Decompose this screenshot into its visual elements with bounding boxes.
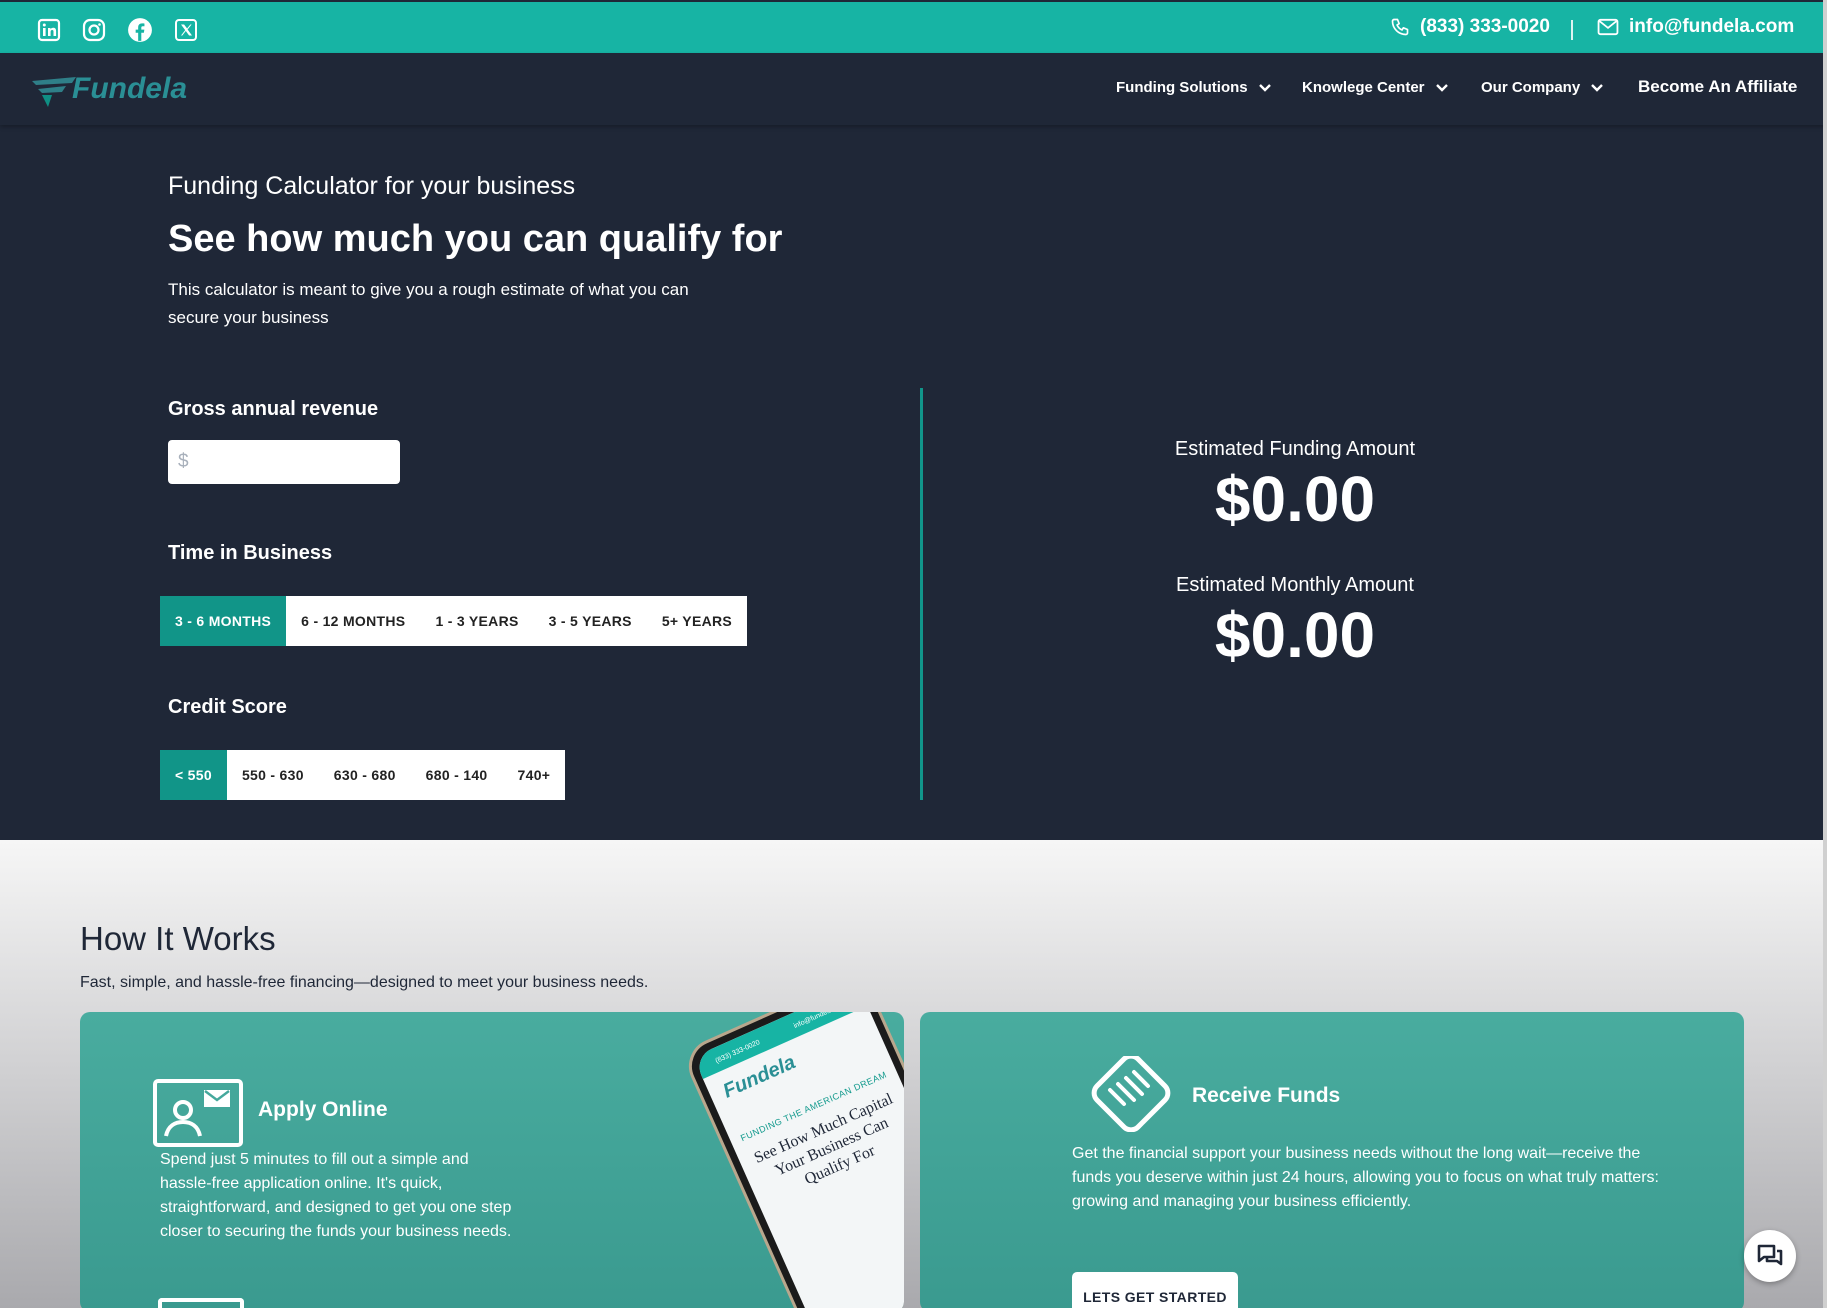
estimated-funding-value: $0.00 bbox=[1214, 463, 1376, 535]
instagram-icon[interactable] bbox=[81, 17, 107, 43]
credit-score-label: Credit Score bbox=[168, 696, 287, 718]
revenue-label: Gross annual revenue bbox=[168, 398, 379, 420]
email-address: info@fundela.com bbox=[1629, 16, 1795, 37]
linkedin-icon[interactable] bbox=[36, 17, 62, 43]
time-option-5plus-years[interactable]: 5+ YEARS bbox=[647, 596, 747, 646]
credit-option-740plus[interactable]: 740+ bbox=[503, 750, 566, 800]
nav-knowledge-center[interactable]: Knowlege Center bbox=[1302, 79, 1449, 96]
nav-label: Funding Solutions bbox=[1116, 79, 1248, 96]
credit-option-680-140[interactable]: 680 - 140 bbox=[411, 750, 503, 800]
facebook-icon[interactable] bbox=[127, 17, 153, 43]
phone-link[interactable]: (833) 333-0020 bbox=[1390, 16, 1550, 38]
receive-funds-card: Receive Funds Get the financial support … bbox=[920, 1012, 1744, 1308]
page-scrollbar[interactable] bbox=[1823, 0, 1827, 1308]
receive-funds-text: Get the financial support your business … bbox=[1072, 1145, 1659, 1210]
phone-mockup: (833) 333-0020 info@fundela.com Fundela … bbox=[680, 1012, 904, 1308]
nav-become-affiliate[interactable]: Become An Affiliate bbox=[1638, 77, 1797, 97]
contact-bar: (833) 333-0020 info@fundela.com bbox=[0, 2, 1827, 53]
how-it-works-description: Fast, simple, and hassle-free financing—… bbox=[80, 974, 649, 991]
email-link[interactable]: info@fundela.com bbox=[1597, 16, 1794, 38]
nav-label: Become An Affiliate bbox=[1638, 77, 1798, 96]
lets-get-started-button[interactable]: LETS GET STARTED bbox=[1072, 1272, 1238, 1308]
contact-divider bbox=[1571, 20, 1573, 40]
application-icon bbox=[153, 1079, 243, 1147]
nav-label: Our Company bbox=[1481, 79, 1581, 96]
mail-icon bbox=[1597, 18, 1619, 36]
main-navbar: Fundela Funding Solutions Knowlege Cente… bbox=[0, 53, 1827, 125]
nav-label: Knowlege Center bbox=[1302, 79, 1425, 96]
credit-score-selector: < 550 550 - 630 630 - 680 680 - 140 740+ bbox=[160, 750, 566, 800]
time-in-business-label: Time in Business bbox=[168, 542, 333, 564]
x-twitter-icon[interactable] bbox=[173, 17, 199, 43]
apply-online-card: Apply Online Spend just 5 minutes to fil… bbox=[80, 1012, 904, 1308]
nav-funding-solutions[interactable]: Funding Solutions bbox=[1116, 79, 1272, 96]
phone-number: (833) 333-0020 bbox=[1420, 16, 1550, 37]
time-option-3-5-years[interactable]: 3 - 5 YEARS bbox=[534, 596, 647, 646]
credit-option-630-680[interactable]: 630 - 680 bbox=[319, 750, 411, 800]
time-option-3-6-months[interactable]: 3 - 6 MONTHS bbox=[160, 596, 287, 646]
time-option-6-12-months[interactable]: 6 - 12 MONTHS bbox=[286, 596, 420, 646]
time-in-business-selector: 3 - 6 MONTHS 6 - 12 MONTHS 1 - 3 YEARS 3… bbox=[160, 596, 748, 646]
time-option-1-3-years[interactable]: 1 - 3 YEARS bbox=[420, 596, 533, 646]
estimated-monthly-value: $0.00 bbox=[1214, 599, 1376, 671]
hero-subtitle: Funding Calculator for your business bbox=[168, 172, 576, 200]
phone-icon bbox=[1391, 18, 1409, 36]
phone-screen: (833) 333-0020 info@fundela.com Fundela … bbox=[693, 1012, 904, 1308]
estimated-funding-label: Estimated Funding Amount bbox=[1174, 438, 1416, 460]
nav-our-company[interactable]: Our Company bbox=[1481, 79, 1604, 96]
page-title: See how much you can qualify for bbox=[168, 218, 783, 260]
chat-icon bbox=[1757, 1244, 1783, 1266]
how-it-works-title: How It Works bbox=[80, 920, 276, 957]
handshake-icon bbox=[1091, 1056, 1171, 1132]
hero-description: This calculator is meant to give you a r… bbox=[168, 280, 689, 327]
receive-funds-title: Receive Funds bbox=[1192, 1084, 1341, 1107]
chevron-down-icon bbox=[1258, 83, 1271, 92]
estimated-monthly-label: Estimated Monthly Amount bbox=[1176, 574, 1414, 596]
chevron-down-icon bbox=[1591, 83, 1604, 92]
apply-online-title: Apply Online bbox=[258, 1098, 388, 1121]
fundela-logo[interactable]: Fundela bbox=[30, 67, 190, 114]
chat-widget-button[interactable] bbox=[1744, 1230, 1796, 1282]
apply-online-text: Spend just 5 minutes to fill out a simpl… bbox=[160, 1151, 512, 1240]
calculator-divider bbox=[920, 388, 923, 800]
next-step-icon bbox=[158, 1298, 244, 1308]
logo-wordmark: Fundela bbox=[72, 72, 187, 105]
revenue-input[interactable] bbox=[168, 440, 400, 484]
credit-option-under-550[interactable]: < 550 bbox=[160, 750, 227, 800]
how-it-works-section: How It Works Fast, simple, and hassle-fr… bbox=[0, 840, 1827, 1308]
chevron-down-icon bbox=[1435, 83, 1448, 92]
credit-option-550-630[interactable]: 550 - 630 bbox=[227, 750, 319, 800]
